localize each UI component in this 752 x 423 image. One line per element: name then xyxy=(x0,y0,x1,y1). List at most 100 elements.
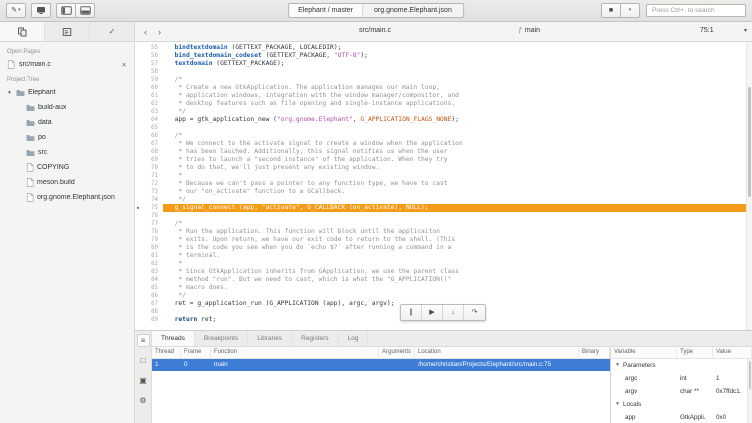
settings-panel-icon[interactable]: ⚙ xyxy=(137,394,150,407)
tab-threads[interactable]: Threads xyxy=(152,331,195,346)
code-line-72[interactable]: 72 * Because we can't pass a pointer to … xyxy=(135,180,752,188)
line-gutter[interactable]: 63 xyxy=(135,108,163,116)
code-line-84[interactable]: 84 * method "run". But we need to cast, … xyxy=(135,276,752,284)
line-gutter[interactable]: 55 xyxy=(135,44,163,52)
sidebar-tab-pages[interactable] xyxy=(0,22,45,41)
code-line-57[interactable]: 57 textdomain (GETTEXT_PACKAGE); xyxy=(135,60,752,68)
code-line-62[interactable]: 62 * desktop features such as file openi… xyxy=(135,100,752,108)
perspective-button[interactable]: ✎ ▾ xyxy=(6,3,26,18)
code-line-68[interactable]: 68 * has been lauched. Additionally, thi… xyxy=(135,148,752,156)
line-gutter[interactable]: 76 xyxy=(135,212,163,220)
line-gutter[interactable]: 87 xyxy=(135,300,163,308)
line-gutter[interactable]: 69 xyxy=(135,156,163,164)
tree-item-po[interactable]: po xyxy=(0,130,134,145)
tree-item-org-gnome-elephant-json[interactable]: org.gnome.Elephant.json xyxy=(0,190,134,205)
expander-open-icon[interactable]: ▾ xyxy=(6,90,13,96)
search-input[interactable] xyxy=(646,4,746,17)
tree-item-meson-build[interactable]: meson.build xyxy=(0,175,134,190)
build-config-label[interactable]: org.gnome.Elephant.json xyxy=(363,4,463,17)
code-line-79[interactable]: 79 * exits. Upon return, we have our exi… xyxy=(135,236,752,244)
line-gutter[interactable]: 61 xyxy=(135,92,163,100)
tab-libraries[interactable]: Libraries xyxy=(248,331,292,346)
line-gutter[interactable]: 70 xyxy=(135,164,163,172)
symbol-picker[interactable]: ƒ main xyxy=(518,27,540,34)
code-line-66[interactable]: 66 /* xyxy=(135,132,752,140)
open-page-item[interactable]: src/main.c ✕ xyxy=(0,57,134,72)
code-line-78[interactable]: 78 * Run the application. This function … xyxy=(135,228,752,236)
code-line-70[interactable]: 70 * to do that, we'll just present any … xyxy=(135,164,752,172)
code-line-58[interactable]: 58 xyxy=(135,68,752,76)
line-gutter[interactable]: 77 xyxy=(135,220,163,228)
tree-item-src[interactable]: src xyxy=(0,145,134,160)
line-gutter[interactable]: 73 xyxy=(135,188,163,196)
line-gutter[interactable]: 72 xyxy=(135,180,163,188)
variable-row[interactable]: argvchar **0x7ffdc1. xyxy=(611,385,752,398)
line-gutter[interactable]: 84 xyxy=(135,276,163,284)
line-gutter[interactable]: 68 xyxy=(135,148,163,156)
editor-scrollbar[interactable] xyxy=(746,42,752,330)
code-line-83[interactable]: 83 * Since GtkApplication inherits from … xyxy=(135,268,752,276)
line-gutter[interactable]: 81 xyxy=(135,252,163,260)
pause-button[interactable]: ∥ xyxy=(401,305,422,320)
code-line-63[interactable]: 63 */ xyxy=(135,108,752,116)
thread-row[interactable]: 10main/home/christian/Projects/Elephant/… xyxy=(152,359,610,371)
line-gutter[interactable]: 89 xyxy=(135,316,163,324)
tree-item-copying[interactable]: COPYING xyxy=(0,160,134,175)
code-editor[interactable]: 55 bindtextdomain (GETTEXT_PACKAGE, LOCA… xyxy=(135,42,752,330)
expander-open-icon[interactable]: ▾ xyxy=(614,398,621,411)
code-line-80[interactable]: 80 * is the code you see when you do `ec… xyxy=(135,244,752,252)
line-gutter[interactable]: 86 xyxy=(135,292,163,300)
code-line-77[interactable]: 77 /* xyxy=(135,220,752,228)
line-gutter[interactable]: 62 xyxy=(135,100,163,108)
line-gutter[interactable]: 85 xyxy=(135,284,163,292)
code-line-82[interactable]: 82 * xyxy=(135,260,752,268)
code-line-64[interactable]: 64 app = gtk_application_new ("org.gnome… xyxy=(135,116,752,124)
variable-row[interactable]: appGtkAppli.0x0 xyxy=(611,411,752,423)
expander-open-icon[interactable]: ▾ xyxy=(614,359,621,372)
line-gutter[interactable]: 80 xyxy=(135,244,163,252)
forward-button[interactable]: › xyxy=(153,25,166,38)
variable-group-row[interactable]: ▾Parameters xyxy=(611,359,752,372)
continue-button[interactable]: ▶ xyxy=(422,305,443,320)
line-gutter[interactable]: 67 xyxy=(135,140,163,148)
code-line-81[interactable]: 81 * terminal. xyxy=(135,252,752,260)
back-button[interactable]: ‹ xyxy=(139,25,152,38)
project-branch-label[interactable]: Elephant / master xyxy=(289,4,363,17)
line-gutter[interactable]: 57 xyxy=(135,60,163,68)
line-gutter[interactable]: 59 xyxy=(135,76,163,84)
tree-item-elephant[interactable]: ▾Elephant xyxy=(0,85,134,100)
code-line-69[interactable]: 69 * tries to launch a "second instance"… xyxy=(135,156,752,164)
scrollbar-thumb[interactable] xyxy=(748,87,751,197)
variable-row[interactable]: argcint1 xyxy=(611,372,752,385)
tab-breakpoints[interactable]: Breakpoints xyxy=(195,331,248,346)
line-gutter[interactable]: 58 xyxy=(135,68,163,76)
sidebar-tab-checks[interactable]: ✓ xyxy=(90,22,134,41)
debugger-panel-icon[interactable]: ≡ xyxy=(137,334,150,347)
line-gutter[interactable]: 82 xyxy=(135,260,163,268)
code-line-71[interactable]: 71 * xyxy=(135,172,752,180)
code-line-85[interactable]: 85 * macro does. xyxy=(135,284,752,292)
build-output-panel-icon[interactable]: ▣ xyxy=(137,374,150,387)
omnibar[interactable]: Elephant / master org.gnome.Elephant.jso… xyxy=(288,3,464,18)
code-line-61[interactable]: 61 * application windows, integration wi… xyxy=(135,92,752,100)
close-icon[interactable]: ✕ xyxy=(122,61,127,69)
code-line-60[interactable]: 60 * Create a new GtkApplication. The ap… xyxy=(135,84,752,92)
code-line-67[interactable]: 67 * We connect to the activate signal t… xyxy=(135,140,752,148)
code-line-86[interactable]: 86 */ xyxy=(135,292,752,300)
scrollbar-thumb[interactable] xyxy=(749,361,751,389)
tab-log[interactable]: Log xyxy=(339,331,369,346)
code-line-76[interactable]: 76 xyxy=(135,212,752,220)
line-gutter[interactable]: 65 xyxy=(135,124,163,132)
code-line-73[interactable]: 73 * our "on_activate" function to a GCa… xyxy=(135,188,752,196)
tree-item-data[interactable]: data xyxy=(0,115,134,130)
terminal-panel-icon[interactable]: □ xyxy=(137,354,150,367)
variables-scrollbar[interactable] xyxy=(747,359,752,423)
line-gutter[interactable]: 60 xyxy=(135,84,163,92)
line-gutter[interactable]: 66 xyxy=(135,132,163,140)
tab-registers[interactable]: Registers xyxy=(292,331,338,346)
editor-options-button[interactable]: ▾ xyxy=(744,27,747,34)
file-tab-label[interactable]: src/main.c xyxy=(320,27,430,34)
line-gutter[interactable]: 88 xyxy=(135,308,163,316)
line-gutter[interactable]: 74 xyxy=(135,196,163,204)
code-line-56[interactable]: 56 bind_textdomain_codeset (GETTEXT_PACK… xyxy=(135,52,752,60)
